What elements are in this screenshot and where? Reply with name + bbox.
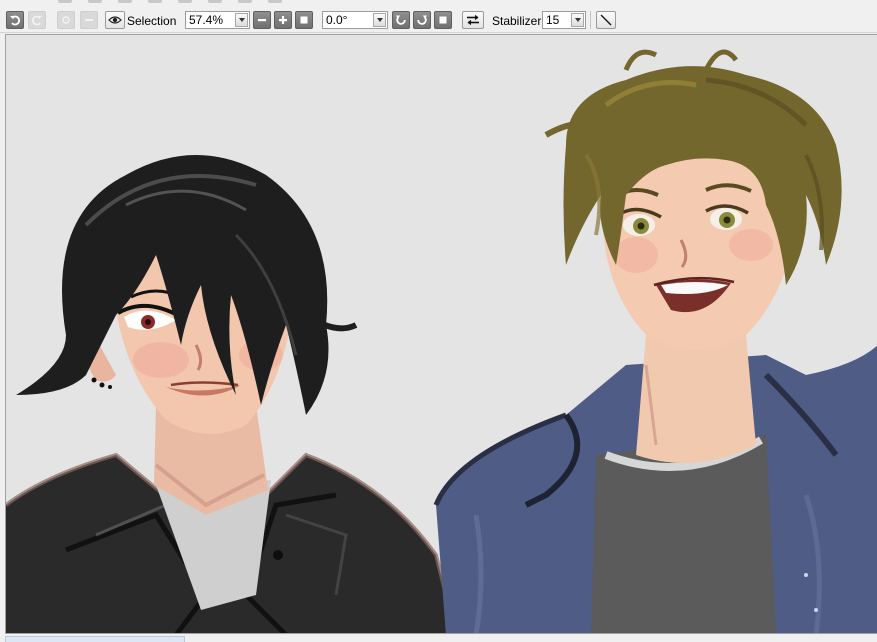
minus-icon [258,19,266,22]
flip-arrows-icon [467,14,479,26]
redo-button[interactable] [28,11,46,29]
zoom-area-icon [62,16,70,24]
zoom-in-button[interactable] [274,11,292,29]
rotation-combo[interactable]: 0.0° [322,11,388,29]
rotate-right-button[interactable] [413,11,431,29]
menu-ghost [208,0,222,3]
disabled-tool-button[interactable] [57,11,75,29]
rotate-left-button[interactable] [392,11,410,29]
menu-ghost [118,0,132,3]
rotation-value: 0.0° [326,13,348,27]
chevron-down-icon[interactable] [373,13,386,27]
toolbar-separator [590,11,591,29]
redo-icon [31,15,42,26]
square-icon [439,16,447,24]
rotate-cw-icon [417,15,427,25]
menu-ghost [58,0,72,3]
rotate-reset-button[interactable] [434,11,452,29]
undo-button[interactable] [6,11,24,29]
line-tool-button[interactable] [596,11,616,29]
eye-icon [108,16,122,24]
menu-ghost [148,0,162,3]
zoom-value: 57.4% [189,13,224,27]
artwork-illustration [6,35,877,633]
canvas-toolbar: Selection 57.4% 0.0° Stabilizer 15 [0,7,877,33]
stabilizer-combo[interactable]: 15 [542,11,586,29]
menu-ghost [268,0,282,3]
stabilizer-value: 15 [546,13,560,27]
view-toggle-button[interactable] [105,11,125,29]
diagonal-line-icon [600,14,612,26]
chevron-down-icon[interactable] [235,13,248,27]
minus-icon [85,19,93,21]
drawing-canvas[interactable] [5,34,877,634]
rotate-ccw-icon [396,15,406,25]
zoom-reset-button[interactable] [295,11,313,29]
flip-button[interactable] [462,11,484,29]
selection-label: Selection [127,14,177,28]
canvas-tab[interactable] [5,636,185,642]
bottom-bar [0,634,877,642]
undo-icon [10,15,21,26]
window-top-strip [0,0,877,6]
zoom-combo[interactable]: 57.4% [185,11,250,29]
menu-ghost [88,0,102,3]
menu-ghost [238,0,252,3]
menu-ghost [178,0,192,3]
chevron-down-icon[interactable] [571,13,584,27]
plus-icon [279,16,287,24]
square-icon [300,16,308,24]
disabled-tool-button[interactable] [80,11,98,29]
stabilizer-label: Stabilizer [492,14,542,28]
zoom-out-button[interactable] [253,11,271,29]
